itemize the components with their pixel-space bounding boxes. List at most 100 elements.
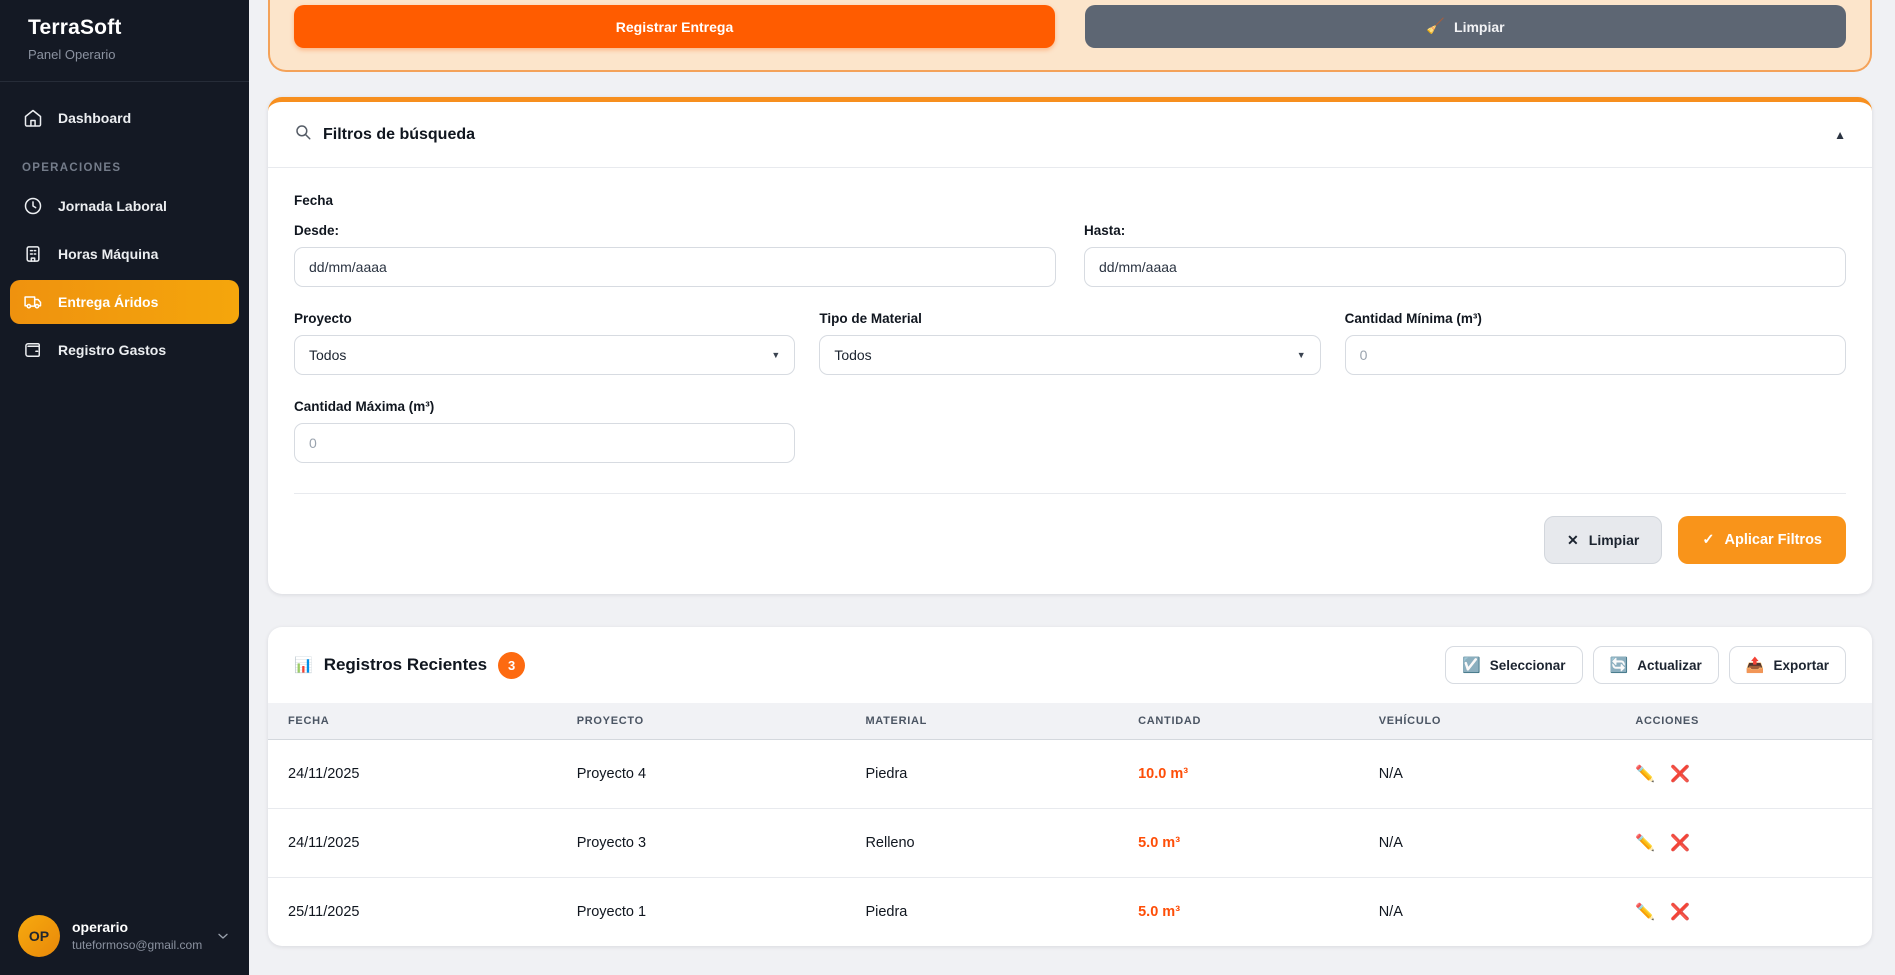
main-content: Registrar Entrega 🧹 Limpiar Filtros de b… xyxy=(249,0,1895,975)
sidebar: TerraSoft Panel Operario Dashboard OPERA… xyxy=(0,0,249,975)
sidebar-item-entrega-aridos[interactable]: Entrega Áridos xyxy=(10,280,239,324)
sidebar-item-dashboard[interactable]: Dashboard xyxy=(10,96,239,140)
proyecto-field: Proyecto Todos ▼ xyxy=(294,311,795,375)
hasta-label: Hasta: xyxy=(1084,223,1846,238)
fecha-group-label: Fecha xyxy=(294,193,1846,208)
sidebar-section-operaciones: OPERACIONES xyxy=(10,144,239,184)
filters-title-wrap: Filtros de búsqueda xyxy=(294,123,475,146)
edit-pencil-icon[interactable]: ✏️ xyxy=(1635,833,1655,853)
proyecto-label: Proyecto xyxy=(294,311,795,326)
app-title: TerraSoft xyxy=(28,16,221,40)
cantidad-minima-field: Cantidad Mínima (m³) xyxy=(1345,311,1846,375)
material-selected-value: Todos xyxy=(834,347,871,363)
records-header: 📊 Registros Recientes 3 ☑️ Seleccionar 🔄… xyxy=(268,627,1872,703)
material-label: Tipo de Material xyxy=(819,311,1320,326)
column-header-acciones: ACCIONES xyxy=(1615,703,1872,740)
select-arrow-icon: ▼ xyxy=(771,350,780,360)
cell-proyecto: Proyecto 1 xyxy=(557,878,846,947)
cell-fecha: 24/11/2025 xyxy=(268,809,557,878)
avatar: OP xyxy=(18,915,60,957)
home-icon xyxy=(22,107,44,129)
cell-fecha: 24/11/2025 xyxy=(268,740,557,809)
actualizar-button[interactable]: 🔄 Actualizar xyxy=(1593,646,1719,684)
column-header-vehiculo: VEHÍCULO xyxy=(1359,703,1616,740)
cell-cantidad: 5.0 m³ xyxy=(1118,878,1359,947)
records-title-wrap: 📊 Registros Recientes 3 xyxy=(294,652,525,679)
app-subtitle: Panel Operario xyxy=(28,47,221,62)
actualizar-label: Actualizar xyxy=(1637,658,1702,673)
fecha-desde-input[interactable] xyxy=(294,247,1056,287)
cell-material: Relleno xyxy=(845,809,1118,878)
table-row: 25/11/2025 Proyecto 1 Piedra 5.0 m³ N/A … xyxy=(268,878,1872,947)
column-header-material: MATERIAL xyxy=(845,703,1118,740)
delete-cross-icon[interactable]: ❌ xyxy=(1670,764,1690,784)
fecha-hasta-input[interactable] xyxy=(1084,247,1846,287)
filters-header[interactable]: Filtros de búsqueda ▲ xyxy=(268,102,1872,168)
top-action-banner: Registrar Entrega 🧹 Limpiar xyxy=(268,0,1872,72)
cell-fecha: 25/11/2025 xyxy=(268,878,557,947)
desde-field: Desde: xyxy=(294,223,1056,287)
truck-icon xyxy=(22,291,44,313)
cell-vehiculo: N/A xyxy=(1359,809,1616,878)
material-field: Tipo de Material Todos ▼ xyxy=(819,311,1320,375)
sidebar-item-jornada-laboral[interactable]: Jornada Laboral xyxy=(10,184,239,228)
records-count-badge: 3 xyxy=(498,652,525,679)
machine-icon xyxy=(22,243,44,265)
limpiar-filtros-button[interactable]: ✕ Limpiar xyxy=(1544,516,1662,564)
exportar-label: Exportar xyxy=(1773,658,1829,673)
brand: TerraSoft Panel Operario xyxy=(0,0,249,82)
proyecto-select[interactable]: Todos ▼ xyxy=(294,335,795,375)
cantidad-minima-input[interactable] xyxy=(1345,335,1846,375)
proyecto-selected-value: Todos xyxy=(309,347,346,363)
table-header-row: FECHA PROYECTO MATERIAL CANTIDAD VEHÍCUL… xyxy=(268,703,1872,740)
cell-cantidad: 10.0 m³ xyxy=(1118,740,1359,809)
user-meta: operario tuteformoso@gmail.com xyxy=(72,919,202,954)
table-row: 24/11/2025 Proyecto 4 Piedra 10.0 m³ N/A… xyxy=(268,740,1872,809)
delete-cross-icon[interactable]: ❌ xyxy=(1670,902,1690,922)
seleccionar-button[interactable]: ☑️ Seleccionar xyxy=(1445,646,1582,684)
export-icon: 📤 xyxy=(1746,658,1765,673)
select-arrow-icon: ▼ xyxy=(1297,350,1306,360)
filters-title: Filtros de búsqueda xyxy=(323,126,475,144)
cell-proyecto: Proyecto 4 xyxy=(557,740,846,809)
sidebar-item-horas-maquina[interactable]: Horas Máquina xyxy=(10,232,239,276)
records-card: 📊 Registros Recientes 3 ☑️ Seleccionar 🔄… xyxy=(268,627,1872,946)
cantidad-maxima-input[interactable] xyxy=(294,423,795,463)
clock-icon xyxy=(22,195,44,217)
desde-label: Desde: xyxy=(294,223,1056,238)
sidebar-item-registro-gastos[interactable]: Registro Gastos xyxy=(10,328,239,372)
aplicar-filtros-label: Aplicar Filtros xyxy=(1725,532,1823,548)
collapse-arrow-icon[interactable]: ▲ xyxy=(1834,128,1846,142)
cell-vehiculo: N/A xyxy=(1359,740,1616,809)
chevron-down-icon[interactable] xyxy=(215,928,231,944)
cantidad-minima-label: Cantidad Mínima (m³) xyxy=(1345,311,1846,326)
delete-cross-icon[interactable]: ❌ xyxy=(1670,833,1690,853)
sidebar-item-label: Registro Gastos xyxy=(58,342,166,358)
cell-material: Piedra xyxy=(845,740,1118,809)
user-menu[interactable]: OP operario tuteformoso@gmail.com xyxy=(0,899,249,975)
broom-icon: 🧹 xyxy=(1426,19,1445,34)
cell-vehiculo: N/A xyxy=(1359,878,1616,947)
wallet-icon xyxy=(22,339,44,361)
exportar-button[interactable]: 📤 Exportar xyxy=(1729,646,1846,684)
sidebar-item-label: Jornada Laboral xyxy=(58,198,167,214)
search-icon xyxy=(294,123,312,146)
filters-card: Filtros de búsqueda ▲ Fecha Desde: Hasta… xyxy=(268,97,1872,594)
checkbox-icon: ☑️ xyxy=(1462,658,1481,673)
edit-pencil-icon[interactable]: ✏️ xyxy=(1635,764,1655,784)
material-select[interactable]: Todos ▼ xyxy=(819,335,1320,375)
limpiar-form-button[interactable]: 🧹 Limpiar xyxy=(1085,5,1846,48)
user-name: operario xyxy=(72,919,202,937)
edit-pencil-icon[interactable]: ✏️ xyxy=(1635,902,1655,922)
cell-material: Piedra xyxy=(845,878,1118,947)
limpiar-filtros-label: Limpiar xyxy=(1589,532,1640,548)
sidebar-item-label: Horas Máquina xyxy=(58,246,158,262)
cell-proyecto: Proyecto 3 xyxy=(557,809,846,878)
check-icon: ✓ xyxy=(1702,532,1714,548)
aplicar-filtros-button[interactable]: ✓ Aplicar Filtros xyxy=(1678,516,1846,564)
registrar-entrega-button[interactable]: Registrar Entrega xyxy=(294,5,1055,48)
user-email: tuteformoso@gmail.com xyxy=(72,938,202,953)
seleccionar-label: Seleccionar xyxy=(1490,658,1566,673)
cell-cantidad: 5.0 m³ xyxy=(1118,809,1359,878)
bar-chart-icon: 📊 xyxy=(294,658,313,673)
